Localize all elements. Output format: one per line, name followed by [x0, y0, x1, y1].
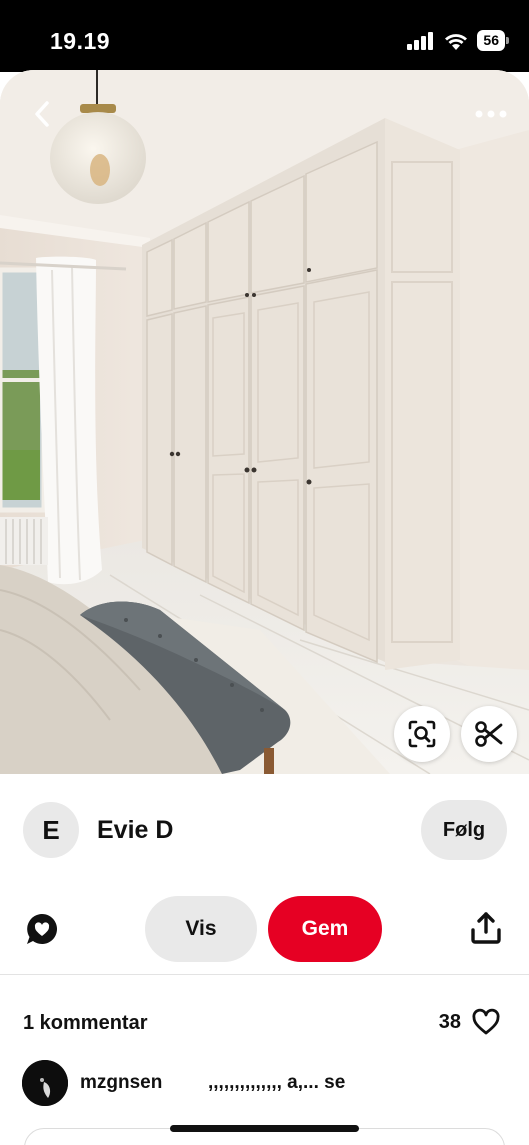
scissors-icon	[475, 721, 503, 747]
pin-image[interactable]	[0, 70, 529, 774]
comments-count-heading[interactable]: 1 kommentar	[23, 1012, 148, 1035]
comment-username[interactable]: mzgnsen	[80, 1072, 162, 1094]
creator-name[interactable]: Evie D	[97, 816, 173, 845]
save-button[interactable]: Gem	[268, 896, 382, 962]
comment-avatar[interactable]	[22, 1060, 68, 1106]
comment-text: ,,,,,,,,,,,,,, a,... se	[208, 1072, 346, 1093]
comment-item[interactable]: mzgnsen ,,,,,,,,,,,,,, a,... se	[22, 1060, 522, 1106]
ellipsis-icon	[475, 110, 507, 118]
status-bar: 19.19 56	[0, 0, 529, 72]
scissors-button[interactable]	[461, 706, 517, 762]
more-options-button[interactable]	[471, 96, 511, 132]
visual-search-button[interactable]	[394, 706, 450, 762]
battery-icon: 56	[477, 30, 509, 51]
avatar-image	[22, 1060, 68, 1106]
action-row: Vis Gem	[0, 894, 529, 964]
status-icons: 56	[407, 30, 509, 51]
share-upload-icon[interactable]	[468, 910, 504, 946]
heart-outline-icon[interactable]	[471, 1008, 501, 1036]
comment-bubble-icon[interactable]	[24, 911, 60, 947]
home-indicator	[170, 1125, 359, 1132]
visual-search-icon	[408, 720, 436, 748]
wifi-icon	[445, 33, 468, 50]
follow-button[interactable]: Følg	[421, 800, 507, 860]
bedroom-wardrobe-photo	[0, 70, 529, 774]
divider	[0, 974, 529, 975]
creator-row: E Evie D Følg	[0, 800, 529, 862]
view-button[interactable]: Vis	[145, 896, 257, 962]
chevron-left-icon	[35, 101, 49, 127]
status-time: 19.19	[50, 28, 111, 54]
cellular-signal-icon	[407, 31, 434, 50]
back-button[interactable]	[24, 96, 60, 132]
creator-avatar[interactable]: E	[23, 802, 79, 858]
like-count: 38	[438, 1010, 461, 1033]
like-counter: 38	[439, 1008, 501, 1036]
